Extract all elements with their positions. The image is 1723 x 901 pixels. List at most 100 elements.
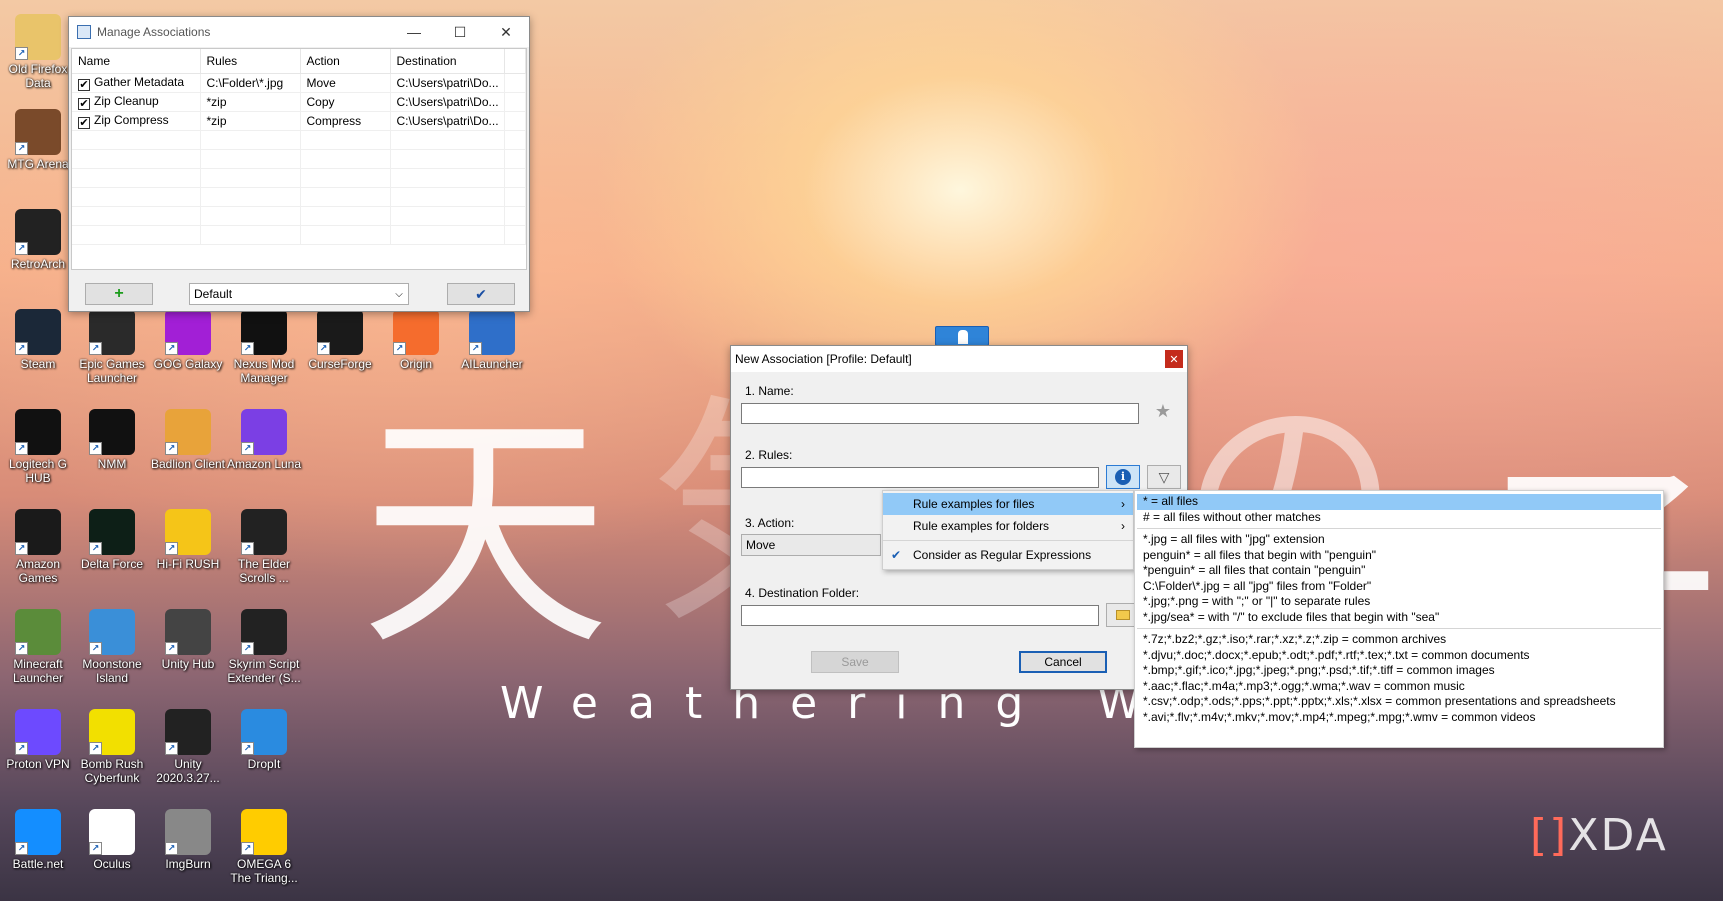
desktop-icon[interactable]: ↗ Minecraft Launcher xyxy=(0,605,76,693)
desktop-icon[interactable]: ↗ Delta Force xyxy=(74,505,150,593)
submenu-item[interactable]: penguin* = all files that begin with "pe… xyxy=(1137,548,1661,564)
row-name-text: Gather Metadata xyxy=(94,74,185,89)
menu-item-rule-examples-files[interactable]: Rule examples for files › xyxy=(883,493,1133,515)
column-header-name[interactable]: Name xyxy=(72,49,201,74)
desktop-icon[interactable]: ↗ The Elder Scrolls ... xyxy=(226,505,302,593)
dropit-drop-target[interactable] xyxy=(935,326,989,346)
cell-spacer xyxy=(504,111,526,131)
table-row[interactable]: ✔ Zip Cleanup *zip Copy C:\Users\patri\Do... xyxy=(72,92,526,112)
desktop-icon[interactable]: ↗ Unity Hub xyxy=(150,605,226,693)
desktop-icon[interactable]: ↗ OMEGA 6 The Triang... xyxy=(226,805,302,893)
shortcut-arrow-icon: ↗ xyxy=(165,342,178,355)
desktop-icon[interactable]: ↗ Unity 2020.3.27... xyxy=(150,705,226,793)
submenu-item[interactable]: C:\Folder\*.jpg = all "jpg" files from "… xyxy=(1137,579,1661,595)
destination-input[interactable] xyxy=(741,605,1099,626)
cell-destination xyxy=(390,187,505,207)
desktop-icon[interactable]: ↗ RetroArch xyxy=(0,205,76,293)
table-row[interactable]: ✔ Zip Compress *zip Compress C:\Users\patri\… xyxy=(72,111,526,131)
column-header-destination[interactable]: Destination xyxy=(390,49,505,74)
submenu-item[interactable]: * = all files xyxy=(1137,494,1661,510)
chevron-right-icon: › xyxy=(1121,519,1125,533)
rules-filter-button[interactable]: ▽ xyxy=(1147,465,1181,489)
close-icon[interactable]: ✕ xyxy=(1165,350,1183,368)
menu-item-regex[interactable]: ✔ Consider as Regular Expressions xyxy=(883,544,1133,566)
new-assoc-titlebar[interactable]: New Association [Profile: Default] ✕ xyxy=(731,346,1187,372)
submenu-item[interactable]: *.aac;*.flac;*.m4a;*.mp3;*.ogg;*.wma;*.w… xyxy=(1137,679,1661,695)
manage-titlebar[interactable]: Manage Associations — ☐ ✕ xyxy=(69,17,529,47)
desktop-icon-label: Epic Games Launcher xyxy=(79,357,145,385)
close-icon[interactable]: ✕ xyxy=(483,17,529,47)
desktop-icon[interactable]: ↗ Origin xyxy=(378,305,454,393)
menu-item-rule-examples-folders[interactable]: Rule examples for folders › xyxy=(883,515,1133,537)
associations-list[interactable]: Name Rules Action Destination ✔ Gather Me… xyxy=(71,48,527,270)
row-checkbox[interactable]: ✔ xyxy=(78,97,90,110)
submenu-item[interactable]: *.csv;*.odp;*.ods;*.pps;*.ppt;*.pptx;*.x… xyxy=(1137,694,1661,710)
logitech-icon: ↗ xyxy=(15,409,61,455)
desktop-icon[interactable]: ↗ Battle.net xyxy=(0,805,76,893)
desktop-icon[interactable]: ↗ CurseForge xyxy=(302,305,378,393)
cell-spacer xyxy=(504,206,526,226)
desktop-icon[interactable]: ↗ ImgBurn xyxy=(150,805,226,893)
minimize-icon[interactable]: — xyxy=(391,17,437,47)
desktop-icon[interactable]: ↗ Epic Games Launcher xyxy=(74,305,150,393)
table-row xyxy=(72,187,526,207)
desktop-icon[interactable]: ↗ Bomb Rush Cyberfunk xyxy=(74,705,150,793)
rules-input[interactable] xyxy=(741,467,1099,488)
star-icon[interactable]: ★ xyxy=(1151,401,1175,425)
table-row[interactable]: ✔ Gather Metadata C:\Folder\*.jpg Move C:\Us… xyxy=(72,73,526,93)
desktop-icon[interactable]: ↗ Skyrim Script Extender (S... xyxy=(226,605,302,693)
submenu-item[interactable]: *.avi;*.flv;*.m4v;*.mkv;*.mov;*.mp4;*.mp… xyxy=(1137,710,1661,726)
submenu-item[interactable]: # = all files without other matches xyxy=(1137,510,1661,526)
desktop-icon[interactable]: ↗ GOG Galaxy xyxy=(150,305,226,393)
desktop-icon[interactable]: ↗ Logitech G HUB xyxy=(0,405,76,493)
shortcut-arrow-icon: ↗ xyxy=(469,342,482,355)
mtg-arena-icon: ↗ xyxy=(15,109,61,155)
shortcut-arrow-icon: ↗ xyxy=(165,442,178,455)
desktop-icon[interactable]: ↗ MTG Arena xyxy=(0,105,76,193)
maximize-icon[interactable]: ☐ xyxy=(437,17,483,47)
dropit-icon: ↗ xyxy=(241,709,287,755)
column-header-action[interactable]: Action xyxy=(300,49,391,74)
submenu-item[interactable]: *.jpg/sea* = with "/" to exclude files t… xyxy=(1137,610,1661,626)
cell-destination: C:\Users\patri\Do... xyxy=(390,73,505,93)
desktop-icon[interactable]: ↗ AILauncher xyxy=(454,305,530,393)
ok-button[interactable]: ✔ xyxy=(447,283,515,305)
cell-action xyxy=(300,187,391,207)
cancel-button[interactable]: Cancel xyxy=(1019,651,1107,673)
submenu-item[interactable]: *.bmp;*.gif;*.ico;*.jpg;*.jpeg;*.png;*.p… xyxy=(1137,663,1661,679)
desktop-icon[interactable]: ↗ Oculus xyxy=(74,805,150,893)
rules-info-button[interactable]: i xyxy=(1106,465,1140,489)
delta-force-icon: ↗ xyxy=(89,509,135,555)
menu-separator xyxy=(883,540,1133,541)
column-header-rules[interactable]: Rules xyxy=(200,49,301,74)
submenu-item[interactable]: *.djvu;*.doc;*.docx;*.epub;*.odt;*.pdf;*… xyxy=(1137,648,1661,664)
oculus-icon: ↗ xyxy=(89,809,135,855)
checkmark-icon: ✔ xyxy=(891,548,902,562)
action-select[interactable]: Move xyxy=(741,534,881,556)
menu-item-label: Rule examples for files xyxy=(913,497,1035,511)
row-checkbox[interactable]: ✔ xyxy=(78,116,90,129)
desktop-icon[interactable]: ↗ NMM xyxy=(74,405,150,493)
submenu-item[interactable]: *.jpg;*.png = with ";" or "|" to separat… xyxy=(1137,594,1661,610)
desktop-icon[interactable]: ↗ Steam xyxy=(0,305,76,393)
name-input[interactable] xyxy=(741,403,1139,424)
table-row xyxy=(72,225,526,245)
table-row xyxy=(72,130,526,150)
save-button[interactable]: Save xyxy=(811,651,899,673)
row-checkbox[interactable]: ✔ xyxy=(78,78,90,91)
desktop-icon[interactable]: ↗ DropIt xyxy=(226,705,302,793)
profile-select[interactable]: Default ⌵ xyxy=(189,283,409,305)
submenu-item[interactable]: *.jpg = all files with "jpg" extension xyxy=(1137,532,1661,548)
submenu-item[interactable]: *penguin* = all files that contain "peng… xyxy=(1137,563,1661,579)
desktop-icon[interactable]: ↗ Amazon Luna xyxy=(226,405,302,493)
add-association-button[interactable]: + xyxy=(85,283,153,305)
submenu-item[interactable]: *.7z;*.bz2;*.gz;*.iso;*.rar;*.xz;*.z;*.z… xyxy=(1137,632,1661,648)
shortcut-arrow-icon: ↗ xyxy=(317,342,330,355)
desktop-icon[interactable]: ↗ Hi-Fi RUSH xyxy=(150,505,226,593)
desktop-icon[interactable]: ↗ Amazon Games xyxy=(0,505,76,593)
desktop-icon[interactable]: ↗ Nexus Mod Manager xyxy=(226,305,302,393)
desktop-icon[interactable]: ↗ Proton VPN xyxy=(0,705,76,793)
desktop-icon[interactable]: ↗ Moonstone Island xyxy=(74,605,150,693)
desktop-icon[interactable]: ↗ Badlion Client xyxy=(150,405,226,493)
desktop-icon[interactable]: ↗ Old Firefox Data xyxy=(0,10,76,98)
